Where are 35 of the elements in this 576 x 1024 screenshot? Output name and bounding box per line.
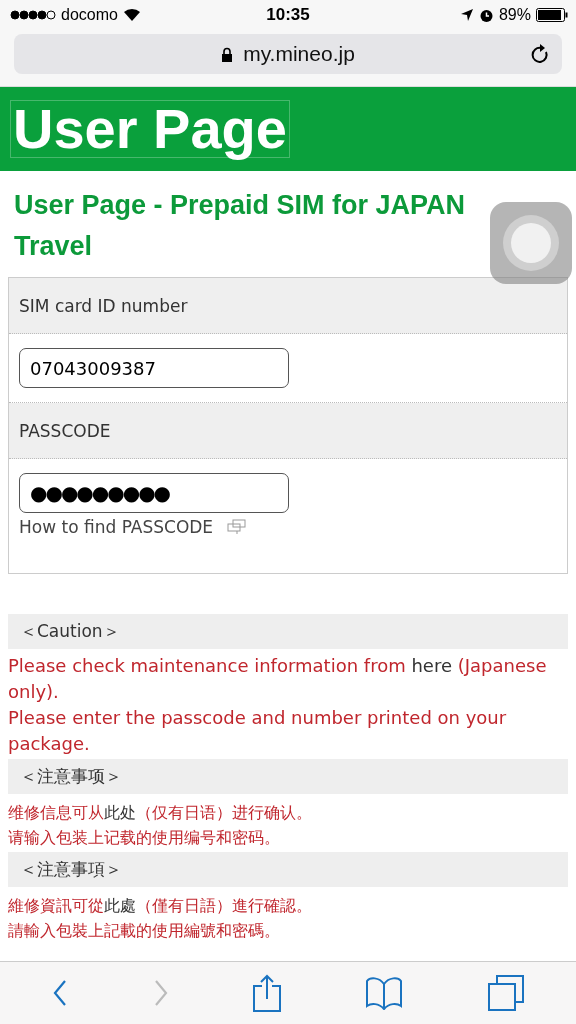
notice-heading: ＜注意事项＞ [8,759,568,794]
back-icon[interactable] [52,979,69,1007]
clock-time: 10:35 [266,5,310,25]
tabs-icon[interactable] [487,975,524,1011]
bookmarks-icon[interactable] [365,976,404,1010]
field-label: PASSCODE [19,420,111,441]
page-title: User Page - Prepaid SIM for JAPAN Travel [13,189,467,263]
site-title: User Page [10,100,290,158]
input-field[interactable]: ●●●●●●●●● [19,473,289,513]
field-label: SIM card ID number [19,295,188,316]
battery-percent: 89% [498,6,531,24]
notice-link[interactable]: here [411,655,452,676]
notice-link[interactable]: 此處 [104,896,136,915]
signal-icon [10,10,56,20]
notice-text: 維修資訊可從此處（僅有日語）進行確認。 [8,895,313,917]
help-link[interactable]: How to find PASSCODE [19,517,214,537]
battery-icon [536,8,568,22]
notice-text: Please enter the passcode and number printed on your package. [8,706,508,756]
location-icon [459,8,474,22]
popup-window-icon [227,519,248,535]
notice-text: Please check maintenance information from here (Japanese only). [8,654,548,704]
notice-heading: ＜Caution＞ [8,614,568,649]
wifi-icon [122,8,141,22]
notice-text: 维修信息可从此处（仅有日语）进行确认。 [8,802,313,824]
alarm-icon [478,7,494,23]
share-icon[interactable] [252,974,281,1012]
carrier-name: docomo [61,6,118,24]
notice-heading: ＜注意事項＞ [8,852,568,887]
notice-text: 请输入包装上记载的使用编号和密码。 [8,827,281,849]
notice-text: 請輸入包裝上記載的使用編號和密碼。 [8,920,281,942]
reload-icon[interactable] [530,44,550,66]
lock-icon [221,46,234,62]
notice-link[interactable]: 此处 [104,803,136,822]
address-bar[interactable]: my.mineo.jp [14,34,562,74]
input-field[interactable]: 07043009387 [19,348,289,388]
